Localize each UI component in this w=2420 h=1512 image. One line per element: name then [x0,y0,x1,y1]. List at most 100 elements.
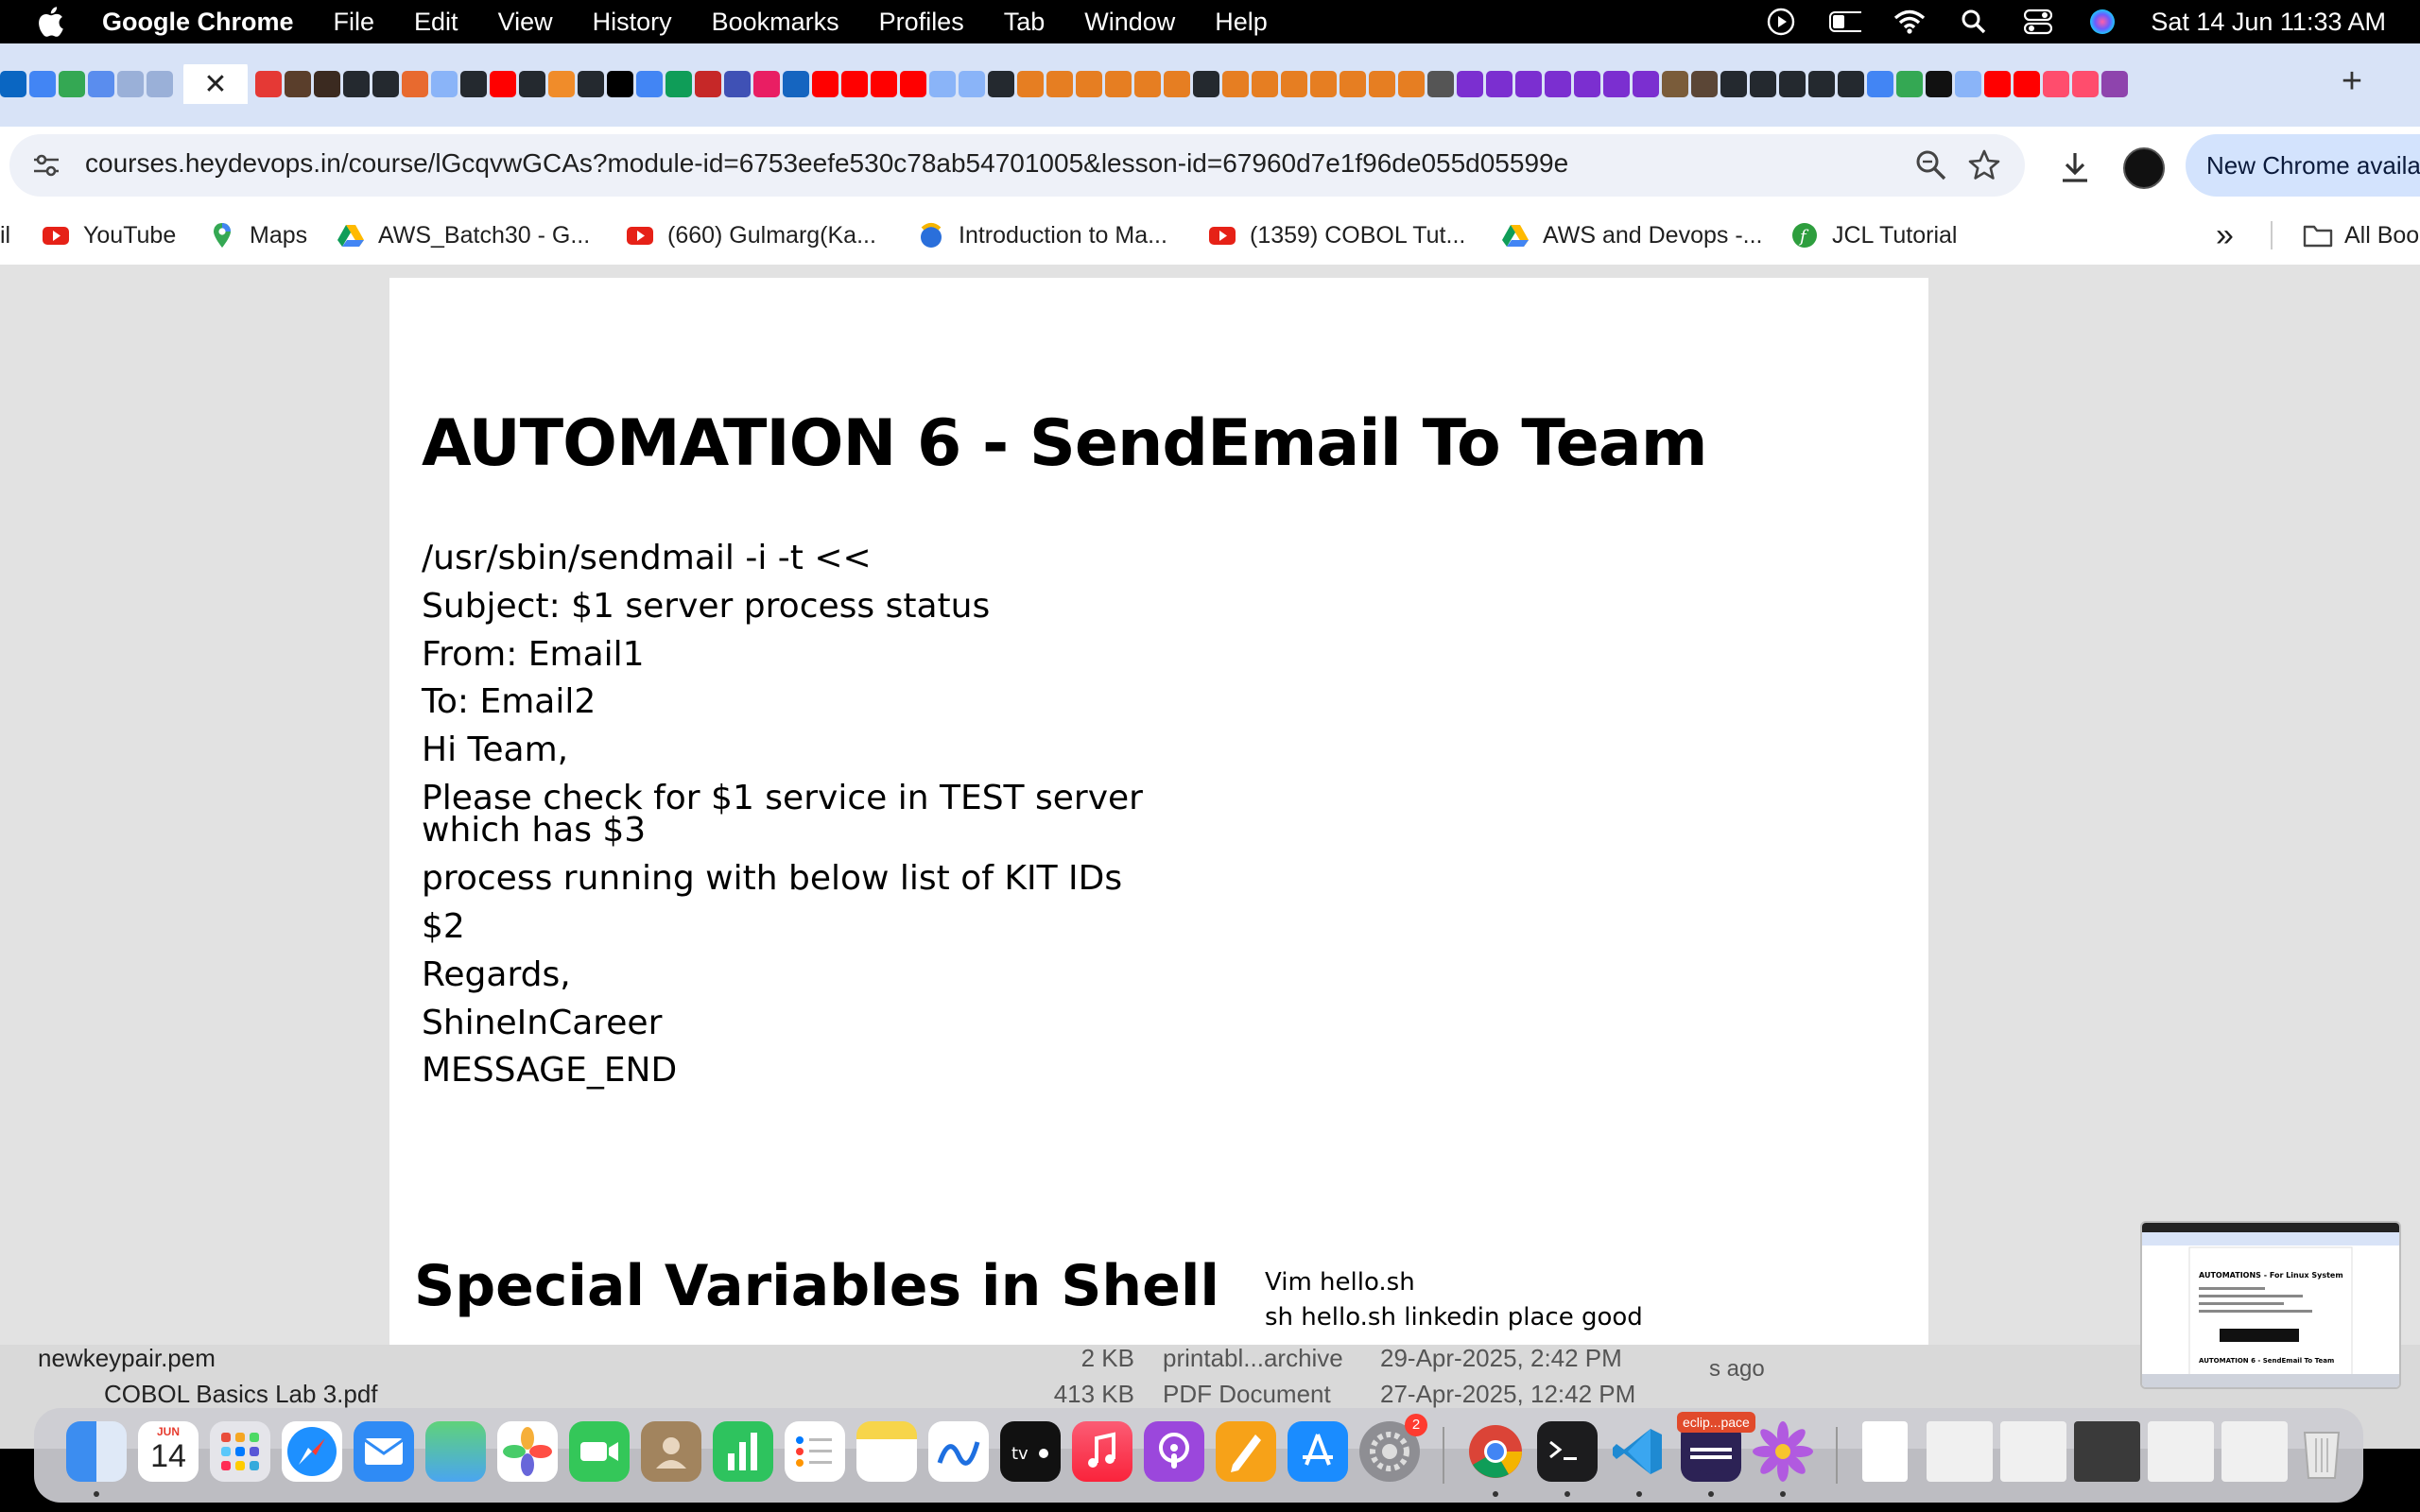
freeform-icon[interactable] [928,1421,989,1482]
tab-favicon-icon[interactable] [285,71,311,97]
tab-favicon-icon[interactable] [1603,71,1630,97]
tab-favicon-icon[interactable] [988,71,1014,97]
tab-favicon-icon[interactable] [607,71,633,97]
chrome-icon[interactable] [1465,1421,1526,1482]
tab-favicon-icon[interactable] [871,71,897,97]
play-status-icon[interactable] [1765,6,1797,38]
tab-favicon-icon[interactable] [1896,71,1923,97]
tab-favicon-icon[interactable] [59,71,85,97]
tab-favicon-icon[interactable] [255,71,282,97]
bookmark-cobol-tutorial[interactable]: (1359) COBOL Tut... [1208,219,1465,251]
tab-favicon-icon[interactable] [783,71,809,97]
tab-favicon-icon[interactable] [0,71,26,97]
tab-favicon-icon[interactable] [1867,71,1893,97]
tab-favicon-icon[interactable] [1955,71,1981,97]
tab-favicon-icon[interactable] [753,71,780,97]
music-icon[interactable] [1072,1421,1132,1482]
tab-favicon-icon[interactable] [402,71,428,97]
zoom-icon[interactable] [1913,147,1949,183]
tab-favicon-icon[interactable] [1633,71,1659,97]
tab-favicon-icon[interactable] [695,71,721,97]
tab-favicon-icon[interactable] [1193,71,1219,97]
tab-favicon-icon[interactable] [1134,71,1161,97]
bookmark-star-icon[interactable] [1966,147,2002,183]
close-tab-icon[interactable]: ✕ [203,68,227,101]
tab-favicon-icon[interactable] [1691,71,1718,97]
app-store-icon[interactable] [1288,1421,1348,1482]
address-bar[interactable]: courses.heydevops.in/course/lGcqvwGCAs?m… [9,134,2025,197]
menu-history[interactable]: History [593,8,672,37]
tab-favicon-icon[interactable] [1427,71,1454,97]
podcasts-icon[interactable] [1144,1421,1204,1482]
tab-favicon-icon[interactable] [117,71,144,97]
bookmark-maps[interactable]: Maps [208,219,307,251]
finder-icon[interactable] [66,1421,127,1482]
terminal-icon[interactable] [1537,1421,1598,1482]
facetime-icon[interactable] [569,1421,630,1482]
flower-app-icon[interactable] [1753,1421,1813,1482]
bookmark-aws-batch30[interactable]: AWS_Batch30 - G... [337,219,590,251]
system-settings-icon[interactable]: 2 [1359,1414,1427,1482]
trash-icon[interactable] [2297,1421,2346,1482]
window-thumbnail-icon[interactable] [2000,1421,2066,1482]
window-thumbnail-icon[interactable] [1927,1421,1993,1482]
tab-favicon-icon[interactable] [147,71,173,97]
tab-favicon-icon[interactable] [1984,71,2011,97]
tab-favicon-icon[interactable] [1340,71,1366,97]
tab-favicon-icon[interactable] [1398,71,1425,97]
tab-favicon-icon[interactable] [666,71,692,97]
menu-view[interactable]: View [498,8,553,37]
tab-favicon-icon[interactable] [460,71,487,97]
tab-favicon-icon[interactable] [519,71,545,97]
tab-favicon-icon[interactable] [29,71,56,97]
download-icon[interactable] [2057,149,2093,185]
tab-favicon-icon[interactable] [1545,71,1571,97]
menu-window[interactable]: Window [1084,8,1175,37]
bookmark-aws-devops[interactable]: AWS and Devops -... [1501,219,1763,251]
tab-favicon-icon[interactable] [372,71,399,97]
tab-favicon-icon[interactable] [1808,71,1835,97]
window-thumbnail-icon[interactable] [2074,1421,2140,1482]
tab-favicon-icon[interactable] [636,71,663,97]
tab-favicon-icon[interactable] [1310,71,1337,97]
tab-favicon-icon[interactable] [1017,71,1044,97]
reminders-icon[interactable] [785,1421,845,1482]
pages-icon[interactable] [1216,1421,1276,1482]
vscode-icon[interactable] [1609,1421,1669,1482]
menu-file[interactable]: File [334,8,375,37]
tab-favicon-icon[interactable] [2043,71,2069,97]
tab-favicon-icon[interactable] [578,71,604,97]
tab-favicon-icon[interactable] [343,71,370,97]
profile-avatar[interactable] [2123,147,2165,189]
maps-icon[interactable] [425,1421,486,1482]
bookmark-all-bookmarks[interactable]: All Boo [2303,219,2419,251]
site-info-icon[interactable] [30,149,62,181]
screenshot-thumbnail-preview[interactable]: AUTOMATIONS - For Linux System AUTOMATIO… [2140,1221,2401,1389]
tab-favicon-icon[interactable] [548,71,575,97]
tab-favicon-icon[interactable] [959,71,985,97]
tab-favicon-icon[interactable] [812,71,838,97]
tab-favicon-icon[interactable] [2072,71,2099,97]
file-row[interactable]: newkeypair.pem 2 KB printabl...archive 2… [38,1341,1622,1375]
file-row[interactable]: COBOL Basics Lab 3.pdf 413 KB PDF Docume… [38,1377,1635,1411]
tab-favicon-icon[interactable] [1574,71,1600,97]
safari-icon[interactable] [282,1421,342,1482]
tab-favicon-icon[interactable] [900,71,926,97]
menubar-clock[interactable]: Sat 14 Jun 11:33 AM [2151,8,2386,37]
mail-icon[interactable] [354,1421,414,1482]
tab-favicon-icon[interactable] [929,71,956,97]
url-text[interactable]: courses.heydevops.in/course/lGcqvwGCAs?m… [85,148,1568,179]
tab-favicon-icon[interactable] [1105,71,1132,97]
tab-favicon-icon[interactable] [88,71,114,97]
contacts-icon[interactable] [641,1421,701,1482]
tab-favicon-icon[interactable] [1515,71,1542,97]
window-thumbnail-icon[interactable] [2148,1421,2214,1482]
apple-icon[interactable] [36,6,74,38]
tab-favicon-icon[interactable] [1281,71,1307,97]
launchpad-icon[interactable] [210,1421,270,1482]
eclipse-icon[interactable]: eclip...pace [1677,1412,1755,1482]
control-center-icon[interactable] [2022,6,2054,38]
tab-favicon-icon[interactable] [1750,71,1776,97]
menu-bookmarks[interactable]: Bookmarks [712,8,839,37]
calendar-icon[interactable]: JUN 14 [138,1421,199,1482]
